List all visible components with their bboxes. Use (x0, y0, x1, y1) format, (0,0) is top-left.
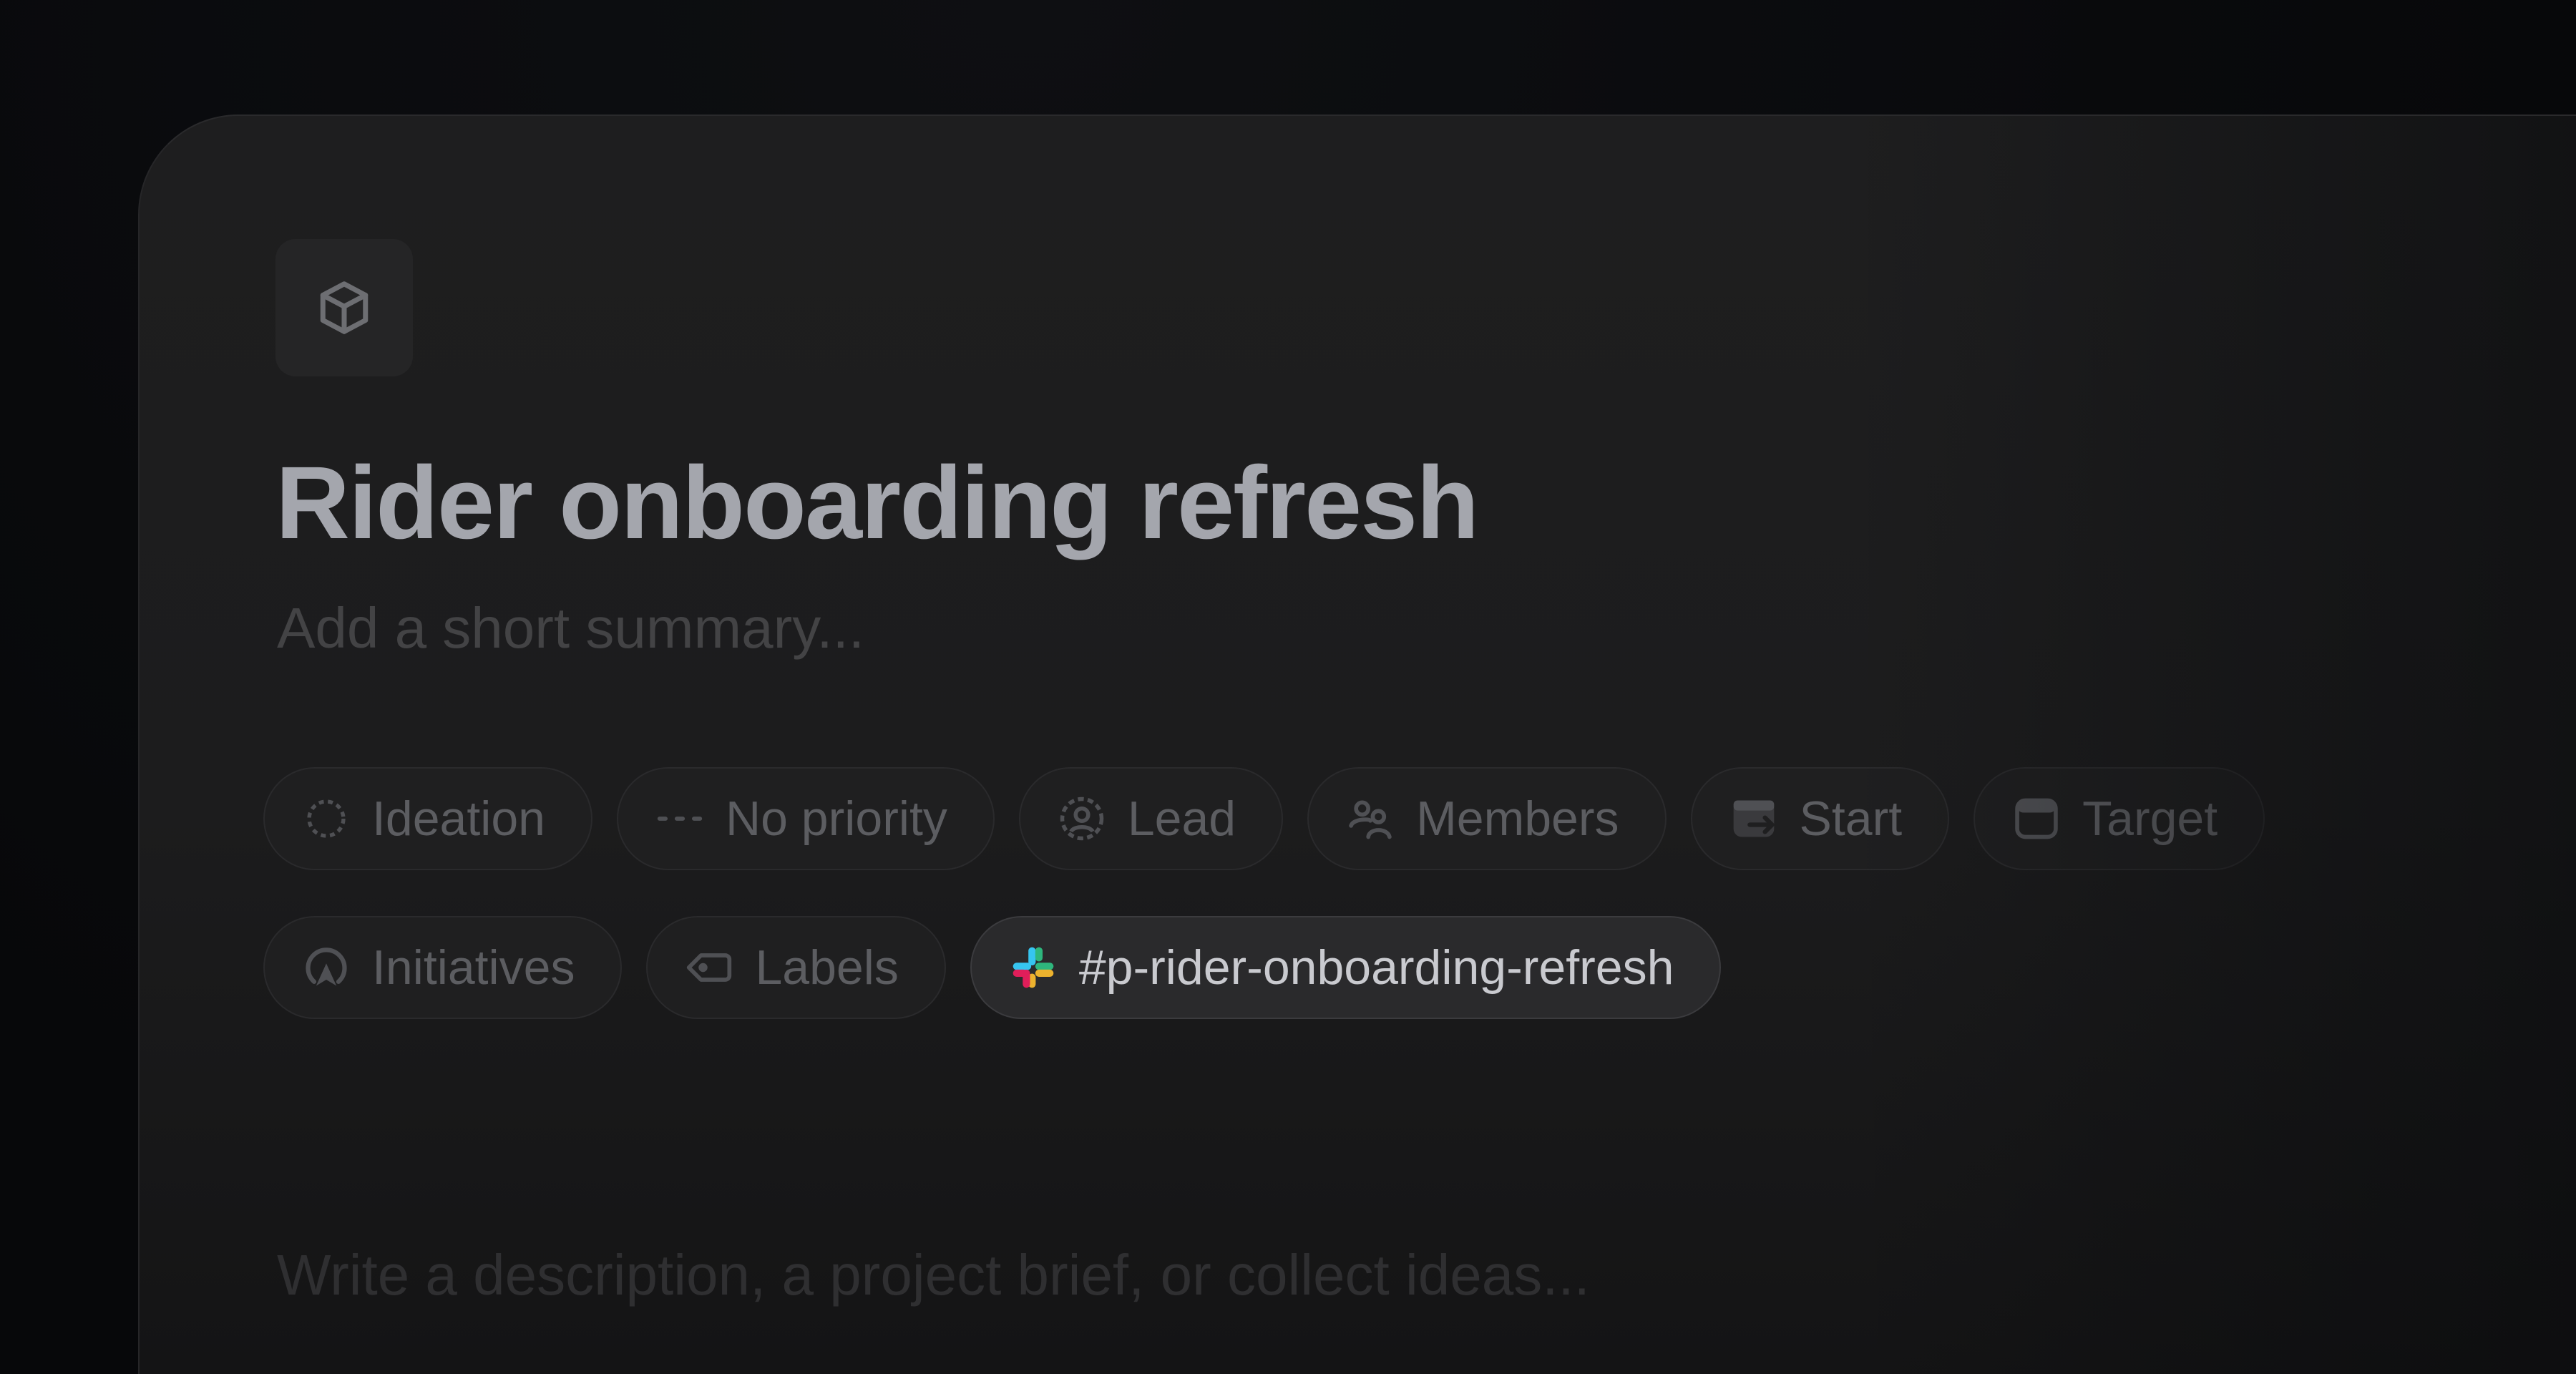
properties-row-primary: Ideation No priority Lead Members Start … (263, 767, 2265, 870)
dashed-circle-icon (302, 794, 351, 843)
summary-input[interactable]: Add a short summary... (277, 594, 864, 663)
initiatives-chip[interactable]: Initiatives (263, 916, 623, 1019)
user-circle-icon (1058, 794, 1106, 843)
members-label: Members (1416, 791, 1619, 846)
priority-chip[interactable]: No priority (616, 767, 995, 870)
start-date-chip[interactable]: Start (1690, 767, 1950, 870)
target-date-label: Target (2082, 791, 2218, 846)
description-editor[interactable]: Write a description, a project brief, or… (277, 1241, 1590, 1310)
app-stage: Rider onboarding refresh Add a short sum… (0, 0, 2576, 1374)
slack-icon (1009, 943, 1058, 992)
project-title[interactable]: Rider onboarding refresh (275, 442, 1479, 565)
properties-row-secondary: Initiatives Labels #p-rider-onboarding-r… (263, 916, 1722, 1019)
calendar-target-icon (2012, 794, 2061, 843)
calendar-start-icon (1729, 794, 1778, 843)
project-panel: Rider onboarding refresh Add a short sum… (138, 114, 2576, 1374)
lead-chip[interactable]: Lead (1018, 767, 1284, 870)
status-label: Ideation (372, 791, 545, 846)
members-chip[interactable]: Members (1307, 767, 1667, 870)
labels-label: Labels (755, 940, 899, 995)
slack-channel-label: #p-rider-onboarding-refresh (1078, 940, 1674, 995)
lead-label: Lead (1127, 791, 1236, 846)
target-date-chip[interactable]: Target (1974, 767, 2265, 870)
initiative-icon (302, 943, 351, 992)
tag-icon (685, 943, 733, 992)
dashes-icon (655, 794, 704, 843)
status-chip[interactable]: Ideation (263, 767, 592, 870)
priority-label: No priority (725, 791, 947, 846)
labels-chip[interactable]: Labels (646, 916, 946, 1019)
box-icon (320, 281, 369, 334)
start-date-label: Start (1799, 791, 1903, 846)
initiatives-label: Initiatives (372, 940, 575, 995)
users-icon (1346, 794, 1395, 843)
project-icon-button[interactable] (275, 239, 413, 376)
slack-channel-chip[interactable]: #p-rider-onboarding-refresh (970, 916, 1722, 1019)
